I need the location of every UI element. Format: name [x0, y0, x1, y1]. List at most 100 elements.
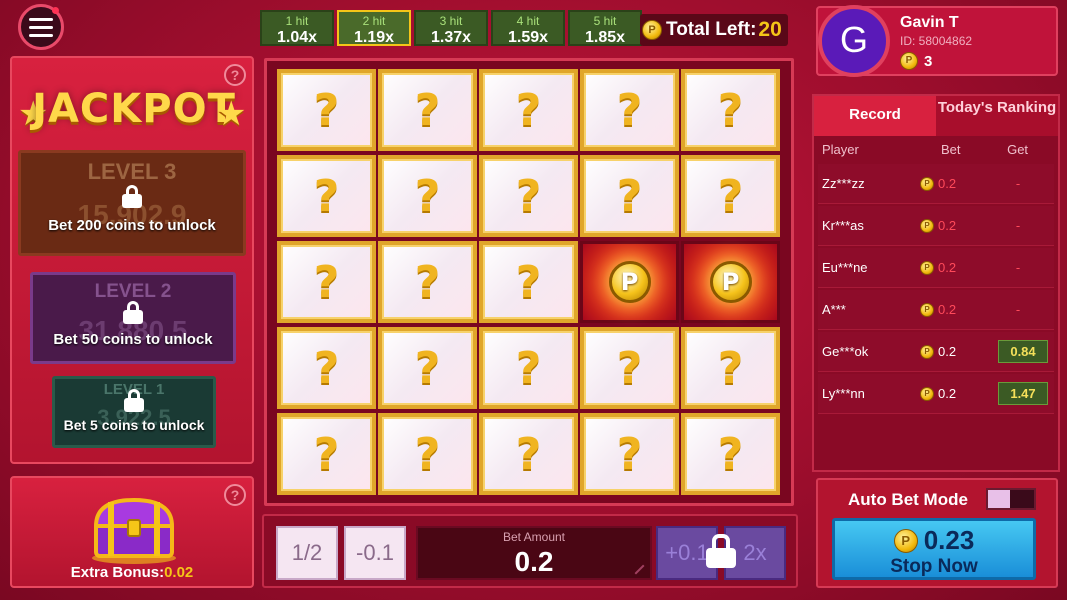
row-get: - [1015, 260, 1021, 275]
hidden-tile[interactable]: ? [580, 413, 679, 495]
bet-controls: 1/2 -0.1 Bet Amount 0.2 +0.1 2x [262, 514, 798, 588]
coin-icon: P [893, 528, 918, 553]
jackpot-panel: ? ★ JACKPOT ★ LEVEL 3 15,902.9 Bet 200 c… [10, 56, 254, 464]
table-row: A*** P 0.2 - [818, 290, 1054, 330]
hidden-tile[interactable]: ? [479, 241, 578, 323]
table-row: Zz***zz P 0.2 - [818, 164, 1054, 204]
hidden-tile[interactable]: ? [681, 69, 780, 151]
jackpot-level-1[interactable]: LEVEL 1 3,922.5 Bet 5 coins to unlock [52, 376, 216, 448]
row-player: Eu***ne [822, 260, 868, 275]
hidden-tile[interactable]: ? [378, 69, 477, 151]
hidden-tile[interactable]: ? [277, 327, 376, 409]
hidden-tile[interactable]: ? [479, 413, 578, 495]
coin-icon: P [920, 260, 934, 275]
hidden-tile[interactable]: ? [277, 241, 376, 323]
hamburger-icon [29, 17, 53, 21]
multiplier-5: 5 hit 1.85x [568, 10, 642, 46]
player-balance: P 3 [900, 52, 932, 70]
coin-icon: P [920, 386, 934, 401]
hidden-tile[interactable]: ? [479, 155, 578, 237]
auto-bet-toggle[interactable] [986, 488, 1036, 510]
row-get: - [1015, 218, 1021, 233]
multiplier-4: 4 hit 1.59x [491, 10, 565, 46]
player-id: ID: 58004862 [900, 34, 973, 48]
hidden-tile[interactable]: ? [580, 327, 679, 409]
hidden-tile[interactable]: ? [378, 413, 477, 495]
revealed-coin-tile[interactable]: P [580, 241, 679, 323]
decrease-bet-button[interactable]: -0.1 [344, 526, 406, 580]
coin-icon: P [900, 52, 918, 70]
row-get: - [1015, 302, 1021, 317]
multiplier-3: 3 hit 1.37x [414, 10, 488, 46]
table-row: Eu***ne P 0.2 - [818, 248, 1054, 288]
avatar[interactable]: G [818, 5, 890, 77]
game-board: ????????????? P P?????????? [264, 58, 794, 506]
row-get: 0.84 [990, 340, 1048, 363]
row-player: Kr***as [822, 218, 864, 233]
row-player: Ge***ok [822, 344, 869, 359]
menu-button[interactable] [18, 4, 64, 50]
hidden-tile[interactable]: ? [378, 327, 477, 409]
row-bet: P 0.2 [920, 218, 990, 233]
record-header: Player Bet Get [822, 142, 1029, 157]
coin-icon: P [920, 218, 934, 233]
lock-icon [122, 185, 142, 208]
hidden-tile[interactable]: ? [378, 241, 477, 323]
coin-icon: P [608, 261, 651, 303]
tab-todays-ranking[interactable]: Today's Ranking [936, 96, 1058, 136]
extra-bonus-panel: ? Extra Bonus:0.02 [10, 476, 254, 588]
star-icon: ★ [216, 95, 247, 133]
hidden-tile[interactable]: ? [479, 69, 578, 151]
row-player: A*** [822, 302, 846, 317]
row-bet: P 0.2 [920, 176, 990, 191]
lock-icon [124, 389, 144, 412]
hidden-tile[interactable]: ? [681, 155, 780, 237]
bet-amount-field[interactable]: Bet Amount 0.2 [416, 526, 652, 580]
hidden-tile[interactable]: ? [681, 327, 780, 409]
half-bet-button[interactable]: 1/2 [276, 526, 338, 580]
table-row: Kr***as P 0.2 - [818, 206, 1054, 246]
extra-bonus-label: Extra Bonus:0.02 [70, 564, 194, 581]
jackpot-level-2[interactable]: LEVEL 2 31,880.5 Bet 50 coins to unlock [30, 272, 236, 364]
row-get: - [1015, 176, 1021, 191]
total-left: P Total Left: 20 [640, 14, 788, 46]
revealed-coin-tile[interactable]: P [681, 241, 780, 323]
coin-icon: P [709, 261, 752, 303]
jackpot-title: JACKPOT [32, 86, 236, 132]
notification-dot [52, 7, 59, 14]
coin-icon: P [920, 176, 934, 191]
treasure-chest-icon [92, 497, 176, 564]
coin-icon: P [920, 302, 934, 317]
multiplier-bar: 1 hit 1.04x 2 hit 1.19x 3 hit 1.37x 4 hit 1.… [260, 10, 642, 46]
bonus-help-icon[interactable]: ? [224, 484, 246, 506]
multiplier-1: 1 hit 1.04x [260, 10, 334, 46]
hidden-tile[interactable]: ? [277, 69, 376, 151]
row-player: Ly***nn [822, 386, 865, 401]
coin-icon: P [920, 344, 934, 359]
lock-icon [706, 534, 736, 568]
stop-now-button[interactable]: P 0.23 Stop Now [832, 518, 1036, 580]
coin-icon: P [642, 20, 662, 40]
table-row: Ly***nn P 0.2 1.47 [818, 374, 1054, 414]
lock-icon [123, 301, 143, 324]
jackpot-level-3[interactable]: LEVEL 3 15,902.9 Bet 200 coins to unlock [18, 150, 246, 256]
row-bet: P 0.2 [920, 302, 990, 317]
hidden-tile[interactable]: ? [277, 413, 376, 495]
hidden-tile[interactable]: ? [378, 155, 477, 237]
multiplier-2: 2 hit 1.19x [337, 10, 411, 46]
jackpot-help-icon[interactable]: ? [224, 64, 246, 86]
tab-record[interactable]: Record [814, 96, 936, 136]
row-bet: P 0.2 [920, 260, 990, 275]
auto-bet-label: Auto Bet Mode [848, 490, 968, 509]
hidden-tile[interactable]: ? [277, 155, 376, 237]
hidden-tile[interactable]: ? [580, 69, 679, 151]
hidden-tile[interactable]: ? [580, 155, 679, 237]
row-bet: P 0.2 [920, 386, 990, 401]
hidden-tile[interactable]: ? [479, 327, 578, 409]
auto-bet-panel: Auto Bet Mode P 0.23 Stop Now [816, 478, 1058, 588]
row-get: 1.47 [990, 382, 1048, 405]
row-bet: P 0.2 [920, 344, 990, 359]
player-name: Gavin T [900, 14, 959, 31]
player-card: G Gavin T ID: 58004862 P 3 [816, 5, 1058, 77]
hidden-tile[interactable]: ? [681, 413, 780, 495]
